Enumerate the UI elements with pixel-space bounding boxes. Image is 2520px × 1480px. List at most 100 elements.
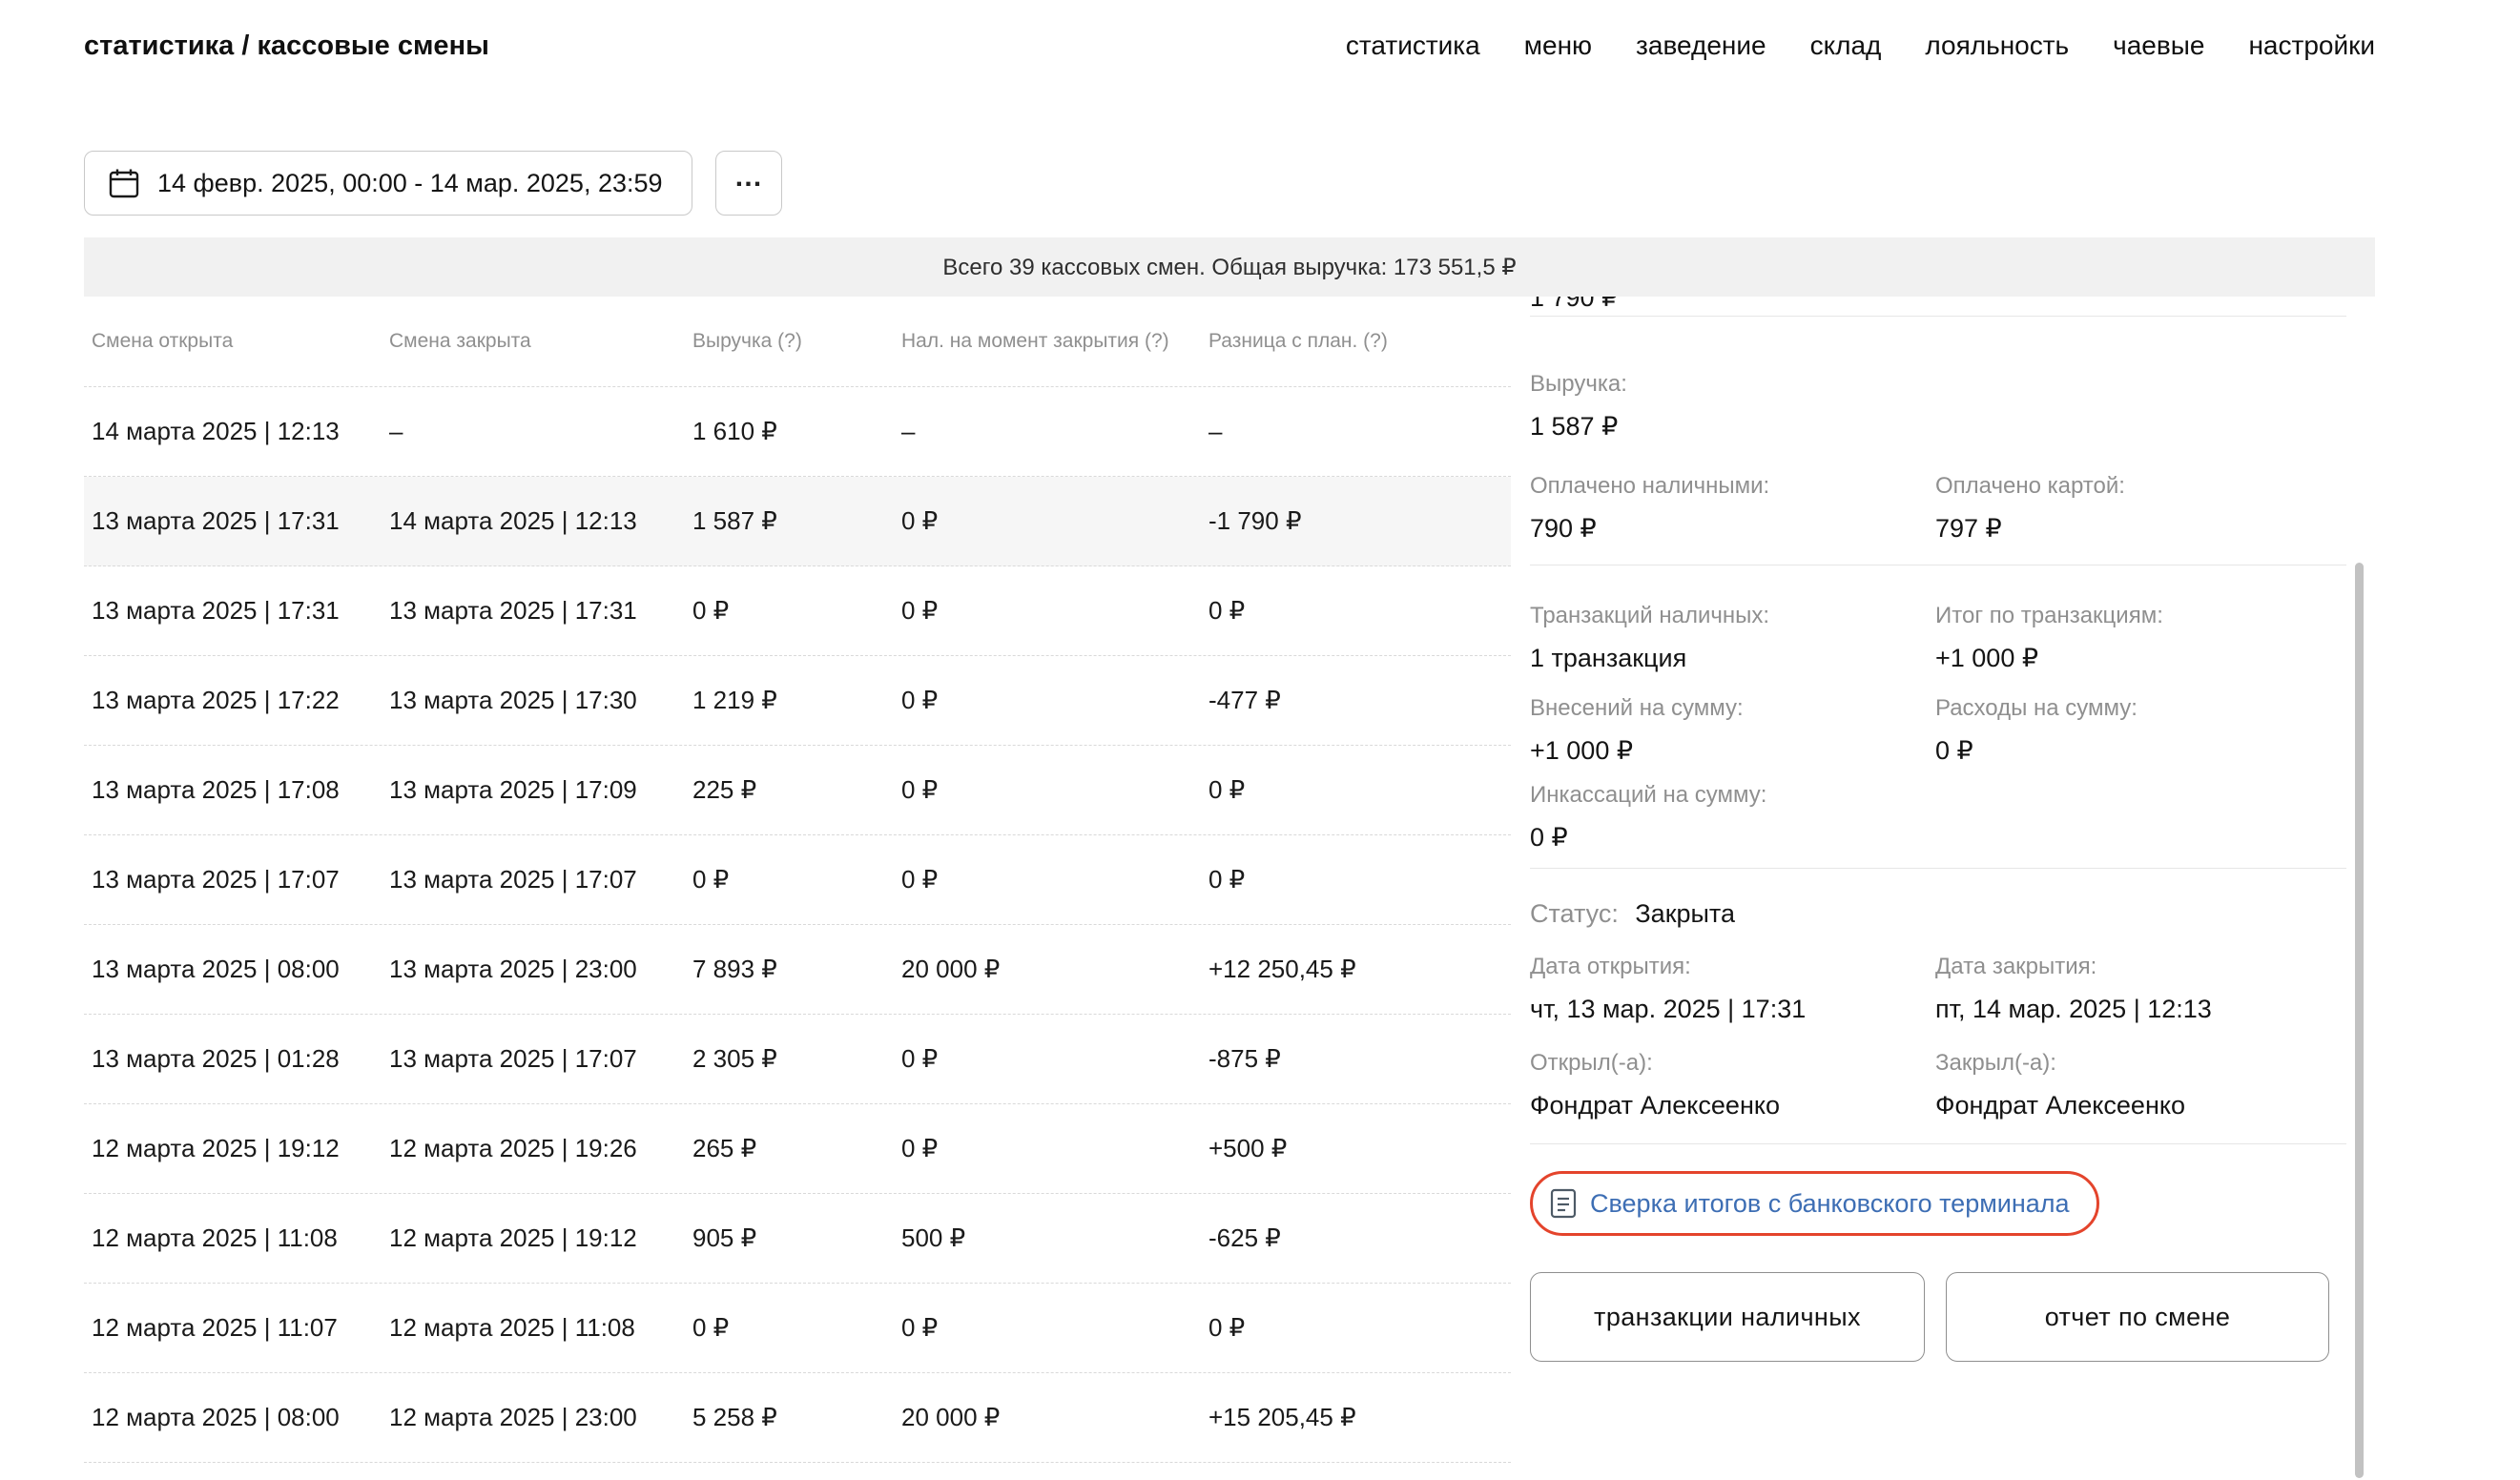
detail-value: пт, 14 мар. 2025 | 12:13 <box>1935 990 2346 1028</box>
table-row[interactable]: 13 марта 2025 | 01:2813 марта 2025 | 17:… <box>84 1015 1511 1104</box>
shift-report-button[interactable]: отчет по смене <box>1946 1272 2329 1362</box>
detail-label: Транзакций наличных: <box>1530 602 1935 630</box>
col-header-shift-opened: Смена открыта <box>84 330 382 353</box>
detail-label: Открыл(-а): <box>1530 1049 1935 1078</box>
table-row[interactable]: 13 марта 2025 | 17:0813 марта 2025 | 17:… <box>84 746 1511 835</box>
reconciliation-link[interactable]: Сверка итогов с банковского терминала <box>1550 1185 2070 1222</box>
cell-opened: 12 марта 2025 | 08:00 <box>84 1403 382 1432</box>
topbar: статистика / кассовые смены статистика ме… <box>0 0 2520 65</box>
cell-revenue: 7 893 ₽ <box>685 955 894 984</box>
cell-cash: 0 ₽ <box>894 506 1201 536</box>
cell-opened: 14 марта 2025 | 12:13 <box>84 417 382 446</box>
detail-value: +1 000 ₽ <box>1935 639 2346 677</box>
cell-diff: +500 ₽ <box>1201 1134 1511 1163</box>
divider <box>1530 868 2346 869</box>
nav-item-venue[interactable]: заведение <box>1636 27 1766 65</box>
detail-opened-at: Дата открытия: чт, 13 мар. 2025 | 17:31 <box>1530 953 1935 1028</box>
cell-diff: -625 ₽ <box>1201 1223 1511 1253</box>
shift-details-panel: 1 790 ₽ Выручка: 1 587 ₽ Оплачено наличн… <box>1530 297 2346 1463</box>
col-header-shift-closed: Смена закрыта <box>382 330 685 353</box>
cell-cash: 500 ₽ <box>894 1223 1201 1253</box>
cell-closed: 12 марта 2025 | 11:08 <box>382 1313 685 1343</box>
nav-item-settings[interactable]: настройки <box>2248 27 2375 65</box>
cell-revenue: 905 ₽ <box>685 1223 894 1253</box>
detail-row-paid: Оплачено наличными: 790 ₽ Оплачено карто… <box>1530 472 2346 547</box>
detail-row-deposits: Внесений на сумму: +1 000 ₽ Расходы на с… <box>1530 694 2346 770</box>
nav-item-loyalty[interactable]: лояльность <box>1925 27 2069 65</box>
nav-item-statistics[interactable]: статистика <box>1346 27 1480 65</box>
table-row[interactable]: 13 марта 2025 | 17:2213 марта 2025 | 17:… <box>84 656 1511 746</box>
summary-text: Всего 39 кассовых смен. Общая выручка: 1… <box>942 254 1516 281</box>
cell-revenue: 265 ₽ <box>685 1134 894 1163</box>
detail-value: 0 ₽ <box>1530 818 1935 856</box>
cell-opened: 13 марта 2025 | 01:28 <box>84 1044 382 1074</box>
cell-diff: +15 205,45 ₽ <box>1201 1403 1511 1432</box>
table-row[interactable]: 13 марта 2025 | 08:0013 марта 2025 | 23:… <box>84 925 1511 1015</box>
cell-opened: 12 марта 2025 | 11:07 <box>84 1313 382 1343</box>
nav-item-stock[interactable]: склад <box>1810 27 1882 65</box>
summary-bar: Всего 39 кассовых смен. Общая выручка: 1… <box>84 237 2375 297</box>
details-actions: транзакции наличных отчет по смене <box>1530 1272 2346 1362</box>
cell-diff: -1 790 ₽ <box>1201 506 1511 536</box>
detail-scrollbar[interactable] <box>2355 563 2364 1478</box>
cell-opened: 13 марта 2025 | 08:00 <box>84 955 382 984</box>
cell-opened: 13 марта 2025 | 17:22 <box>84 686 382 715</box>
table-row[interactable]: 13 марта 2025 | 17:0713 марта 2025 | 17:… <box>84 835 1511 925</box>
cell-diff: 0 ₽ <box>1201 865 1511 894</box>
cell-cash: 0 ₽ <box>894 686 1201 715</box>
detail-row-staff: Открыл(-а): Фондрат Алексеенко Закрыл(-а… <box>1530 1049 2346 1124</box>
detail-row-collections: Инкассаций на сумму: 0 ₽ <box>1530 781 2346 856</box>
cell-cash: 0 ₽ <box>894 775 1201 805</box>
detail-label: Оплачено картой: <box>1935 472 2346 501</box>
table-row[interactable]: 12 марта 2025 | 11:0812 марта 2025 | 19:… <box>84 1194 1511 1284</box>
col-header-revenue: Выручка (?) <box>685 330 894 353</box>
detail-value: 1 587 ₽ <box>1530 407 2346 445</box>
cell-closed: 13 марта 2025 | 17:07 <box>382 865 685 894</box>
col-header-diff-with-plan: Разница с план. (?) <box>1201 330 1511 353</box>
detail-deposits: Внесений на сумму: +1 000 ₽ <box>1530 694 1935 770</box>
detail-value: 1 транзакция <box>1530 639 1935 677</box>
table-row[interactable]: 12 марта 2025 | 08:0012 марта 2025 | 23:… <box>84 1373 1511 1463</box>
table-header-row: Смена открыта Смена закрыта Выручка (?) … <box>84 297 1511 387</box>
cash-transactions-button[interactable]: транзакции наличных <box>1530 1272 1925 1362</box>
nav-item-menu[interactable]: меню <box>1524 27 1592 65</box>
status-line: Статус: Закрыта <box>1530 895 2346 932</box>
more-options-button[interactable]: … <box>715 151 782 216</box>
table-row[interactable]: 12 марта 2025 | 11:0712 марта 2025 | 11:… <box>84 1284 1511 1373</box>
cell-diff: +12 250,45 ₽ <box>1201 955 1511 984</box>
detail-collections: Инкассаций на сумму: 0 ₽ <box>1530 781 1935 856</box>
cell-revenue: 225 ₽ <box>685 775 894 805</box>
detail-label: Итог по транзакциям: <box>1935 602 2346 630</box>
table-body: 14 марта 2025 | 12:13–1 610 ₽––13 марта … <box>84 387 1511 1463</box>
date-range-button[interactable]: 14 февр. 2025, 00:00 - 14 мар. 2025, 23:… <box>84 151 692 216</box>
table-row[interactable]: 14 марта 2025 | 12:13–1 610 ₽–– <box>84 387 1511 477</box>
detail-cash-transactions: Транзакций наличных: 1 транзакция <box>1530 602 1935 677</box>
cell-cash: – <box>894 417 1201 446</box>
document-icon <box>1550 1188 1577 1219</box>
cell-closed: 13 марта 2025 | 23:00 <box>382 955 685 984</box>
cell-revenue: 0 ₽ <box>685 596 894 626</box>
divider <box>1530 1143 2346 1144</box>
cell-closed: – <box>382 417 685 446</box>
cell-cash: 0 ₽ <box>894 1134 1201 1163</box>
detail-value: 790 ₽ <box>1530 509 1935 547</box>
cell-closed: 13 марта 2025 | 17:31 <box>382 596 685 626</box>
detail-row-dates: Дата открытия: чт, 13 мар. 2025 | 17:31 … <box>1530 953 2346 1028</box>
table-row[interactable]: 13 марта 2025 | 17:3113 марта 2025 | 17:… <box>84 566 1511 656</box>
cell-diff: -875 ₽ <box>1201 1044 1511 1074</box>
detail-transactions-total: Итог по транзакциям: +1 000 ₽ <box>1935 602 2346 677</box>
detail-label: Оплачено наличными: <box>1530 472 1935 501</box>
breadcrumb[interactable]: статистика / кассовые смены <box>84 27 489 65</box>
nav-item-tips[interactable]: чаевые <box>2113 27 2204 65</box>
cell-revenue: 2 305 ₽ <box>685 1044 894 1074</box>
date-range-label: 14 февр. 2025, 00:00 - 14 мар. 2025, 23:… <box>157 169 663 198</box>
table-row[interactable]: 13 марта 2025 | 17:3114 марта 2025 | 12:… <box>84 477 1511 566</box>
cell-opened: 13 марта 2025 | 17:08 <box>84 775 382 805</box>
cash-shifts-page: статистика / кассовые смены статистика ме… <box>0 0 2520 1480</box>
toolbar: 14 февр. 2025, 00:00 - 14 мар. 2025, 23:… <box>84 151 2375 216</box>
cell-opened: 13 марта 2025 | 17:07 <box>84 865 382 894</box>
cell-closed: 12 марта 2025 | 19:12 <box>382 1223 685 1253</box>
cell-opened: 12 марта 2025 | 11:08 <box>84 1223 382 1253</box>
clipped-value-text: 1 790 ₽ <box>1530 297 2346 315</box>
table-row[interactable]: 12 марта 2025 | 19:1212 марта 2025 | 19:… <box>84 1104 1511 1194</box>
